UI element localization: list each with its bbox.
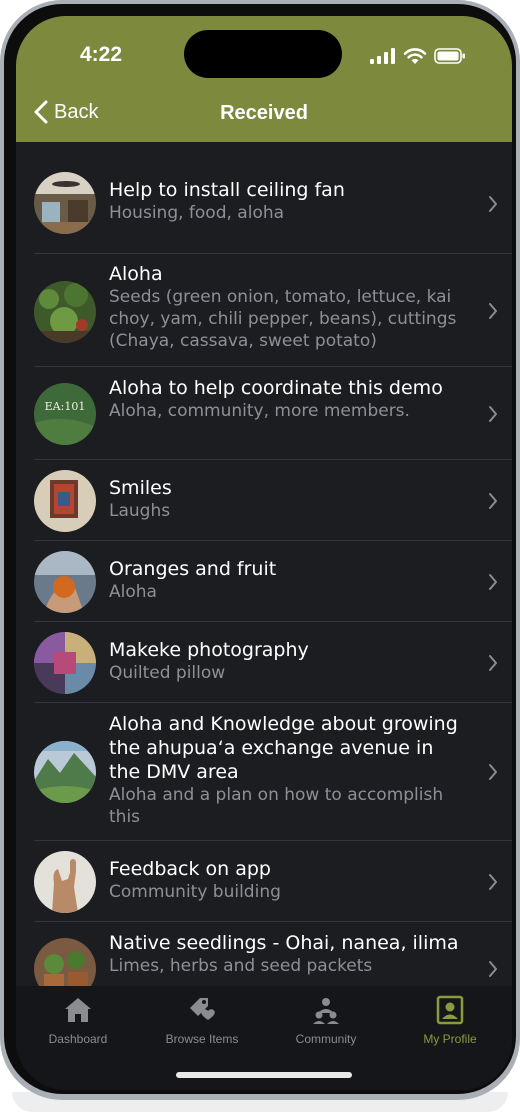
list-item[interactable]: Makeke photography Quilted pillow <box>34 622 512 703</box>
chevron-right-icon <box>489 303 497 319</box>
list-item[interactable]: Help to install ceiling fan Housing, foo… <box>34 172 512 254</box>
chevron-right-icon <box>489 196 497 212</box>
framed-art-photo <box>34 470 96 532</box>
item-subtitle: Community building <box>109 882 281 902</box>
item-title: Aloha <box>109 263 163 285</box>
app-header: 4:22 Back Received <box>16 16 512 142</box>
profile-icon <box>436 995 464 1025</box>
device-frame: 4:22 Back Received Help to install ceili… <box>0 0 520 1100</box>
tab-label: My Profile <box>423 1032 477 1046</box>
item-title: Native seedlings - Ohai, nanea, ilima <box>109 932 459 954</box>
list-item[interactable]: Smiles Laughs <box>34 460 512 541</box>
quilt-photo <box>34 632 96 694</box>
seedlings-photo <box>34 938 96 986</box>
device-bezel: 4:22 Back Received Help to install ceili… <box>4 4 516 1094</box>
item-subtitle: Limes, herbs and seed packets <box>109 956 373 976</box>
item-subtitle: Housing, food, aloha <box>109 203 285 223</box>
cellular-signal-icon <box>370 48 395 64</box>
tab-community[interactable]: Community <box>264 994 388 1046</box>
ea101-logo: EA:101 <box>34 383 96 445</box>
dynamic-island <box>184 30 342 78</box>
list-item[interactable]: Aloha Seeds (green onion, tomato, lettuc… <box>34 254 512 367</box>
chevron-right-icon <box>489 493 497 509</box>
tab-label: Community <box>295 1032 357 1046</box>
chevron-right-icon <box>489 764 497 780</box>
item-subtitle: Aloha and a plan on how to accomplish th… <box>109 785 444 827</box>
tab-my-profile[interactable]: My Profile <box>388 994 512 1046</box>
list-item[interactable]: Native seedlings - Ohai, nanea, ilima Li… <box>34 922 512 986</box>
chevron-right-icon <box>489 874 497 890</box>
list-item[interactable]: EA:101 Aloha to help coordinate this dem… <box>34 367 512 460</box>
mountain-landscape-photo <box>34 741 96 803</box>
browse-items-icon <box>190 998 215 1020</box>
tab-label: Browse Items <box>165 1032 239 1046</box>
item-title: Aloha to help coordinate this demo <box>109 377 443 399</box>
item-subtitle: Aloha <box>109 582 157 602</box>
list-item[interactable]: Aloha and Knowledge about growing the ah… <box>34 703 512 841</box>
item-title: Makeke photography <box>109 639 309 661</box>
chevron-right-icon <box>489 961 497 977</box>
orange-hand-photo <box>34 551 96 613</box>
home-icon <box>65 998 91 1022</box>
tab-browse-items[interactable]: Browse Items <box>140 994 264 1046</box>
wifi-icon <box>403 47 427 64</box>
ceiling-room-photo <box>34 172 96 234</box>
item-title: Help to install ceiling fan <box>109 179 345 201</box>
chevron-right-icon <box>489 406 497 422</box>
home-indicator[interactable] <box>176 1072 352 1078</box>
tab-label: Dashboard <box>48 1032 108 1046</box>
item-title: Aloha and Knowledge about growing the ah… <box>109 713 458 783</box>
item-subtitle: Seeds (green onion, tomato, lettuce, kai… <box>109 287 457 351</box>
chevron-right-icon <box>489 574 497 590</box>
status-time: 4:22 <box>80 43 123 66</box>
chevron-right-icon <box>489 655 497 671</box>
list-item[interactable]: Feedback on app Community building <box>34 841 512 922</box>
tab-dashboard[interactable]: Dashboard <box>16 994 140 1046</box>
shaka-hand-photo <box>34 851 96 913</box>
item-subtitle: Aloha, community, more members. <box>109 401 410 421</box>
item-title: Feedback on app <box>109 858 271 880</box>
item-subtitle: Laughs <box>109 501 171 521</box>
status-icons <box>370 46 466 66</box>
garden-photo <box>34 281 96 343</box>
list-item[interactable]: Oranges and fruit Aloha <box>34 541 512 622</box>
app-screen: 4:22 Back Received Help to install ceili… <box>16 16 512 1090</box>
page-title: Received <box>220 102 308 124</box>
community-icon <box>313 998 339 1024</box>
item-title: Smiles <box>109 477 172 499</box>
item-title: Oranges and fruit <box>109 558 277 580</box>
received-list: Help to install ceiling fan Housing, foo… <box>16 142 512 986</box>
item-subtitle: Quilted pillow <box>109 663 226 683</box>
battery-icon <box>434 48 465 64</box>
ea101-label: EA:101 <box>45 400 86 413</box>
